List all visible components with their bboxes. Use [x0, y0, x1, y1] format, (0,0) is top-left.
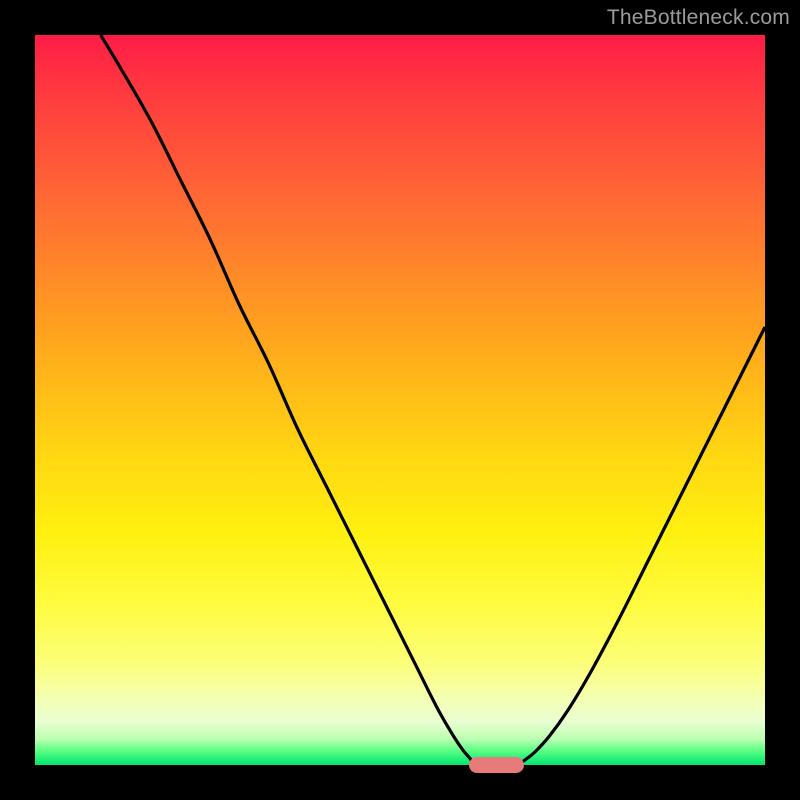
chart-container: TheBottleneck.com [0, 0, 800, 800]
bottleneck-curve [35, 35, 765, 765]
optimal-marker [469, 757, 524, 773]
plot-area [35, 35, 765, 765]
watermark-text: TheBottleneck.com [607, 6, 790, 30]
curve-right-branch [517, 327, 765, 765]
curve-left-branch [101, 35, 477, 765]
